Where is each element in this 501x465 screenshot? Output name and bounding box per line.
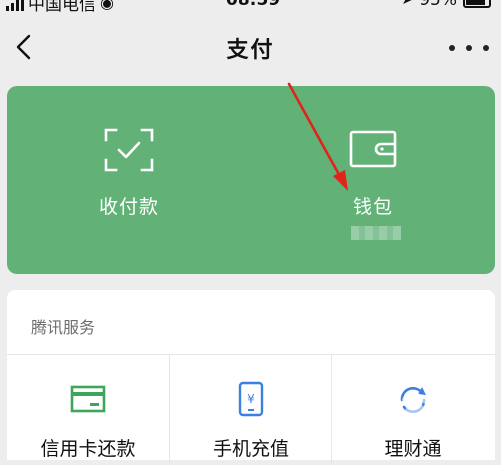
battery-percent: 95% — [419, 0, 457, 10]
credit-card-icon — [70, 385, 106, 413]
wallet-tile[interactable]: 钱包 — [251, 86, 495, 274]
wallet-icon — [349, 130, 397, 168]
status-bar: 中国电信 ◉ 08:59 ➤ 95% — [0, 0, 501, 12]
services-title: 腾讯服务 — [31, 318, 96, 337]
status-time: 08:59 — [226, 0, 281, 10]
wifi-icon: ◉ — [100, 0, 114, 12]
more-dots-icon — [449, 45, 455, 51]
phone-recharge-item[interactable]: ¥ 手机充值 — [169, 355, 332, 465]
signal-icon — [6, 0, 24, 11]
scan-check-icon — [104, 128, 154, 172]
svg-text:¥: ¥ — [247, 392, 255, 406]
watermark-logo-icon — [402, 392, 471, 424]
credit-card-repay-label: 信用卡还款 — [40, 438, 136, 460]
more-button[interactable] — [449, 36, 489, 60]
receive-pay-label: 收付款 — [98, 196, 159, 218]
tencent-services-card: 腾讯服务 信用卡还款 ¥ 手机充值 理财通 — [7, 290, 495, 465]
carrier-name: 中国电信 — [28, 0, 96, 12]
payment-card: 收付款 钱包 — [7, 86, 495, 274]
phone-recharge-label: 手机充值 — [212, 438, 289, 460]
wallet-label: 钱包 — [352, 196, 393, 218]
nav-bar: 支付 — [0, 20, 501, 76]
receive-pay-tile[interactable]: 收付款 — [7, 86, 251, 274]
licaitong-label: 理财通 — [384, 438, 442, 460]
battery-icon — [463, 0, 491, 8]
phone-recharge-icon: ¥ — [238, 381, 264, 417]
credit-card-repay-item[interactable]: 信用卡还款 — [7, 355, 169, 465]
location-icon: ➤ — [401, 0, 414, 8]
wallet-balance-blurred — [351, 226, 401, 240]
page-title: 支付 — [226, 38, 275, 63]
